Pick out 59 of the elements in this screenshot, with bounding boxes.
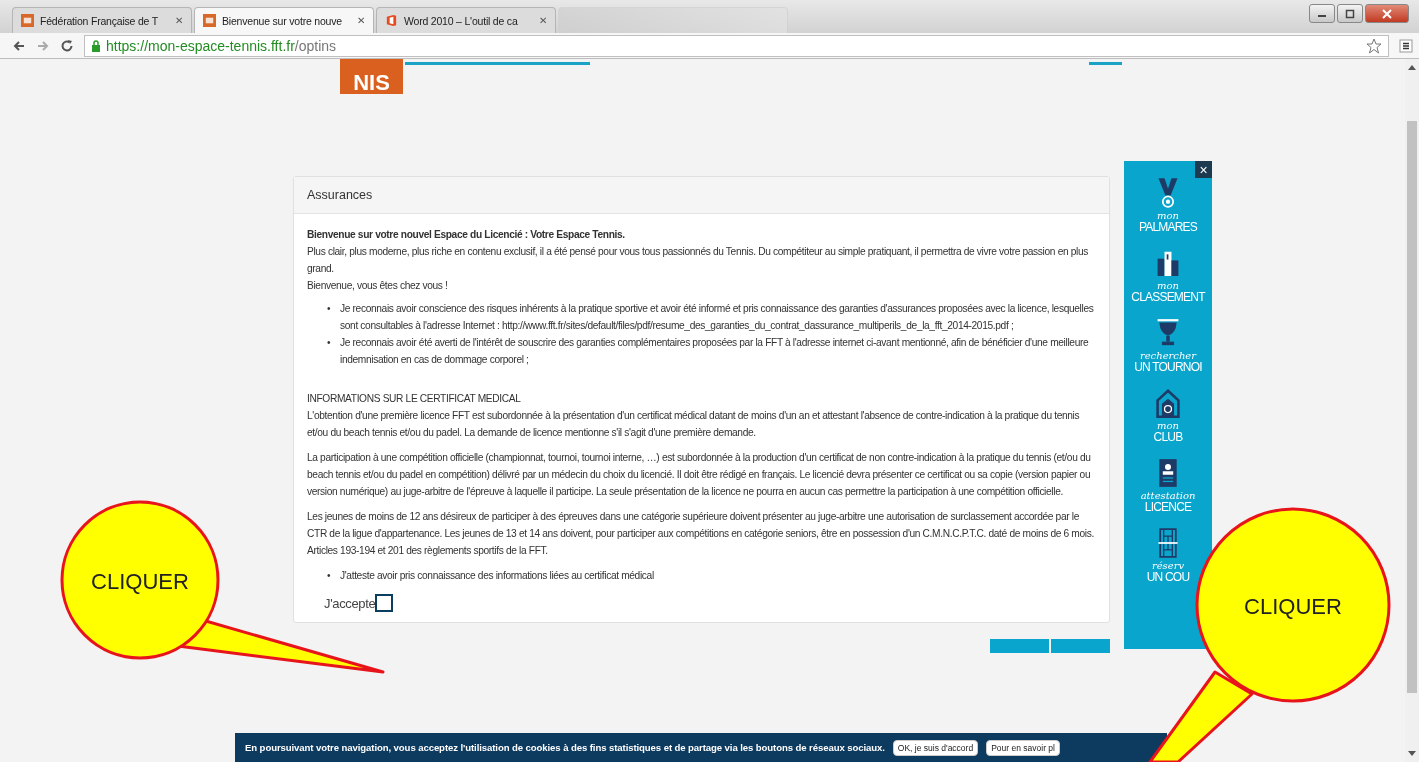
office-favicon-icon [385, 14, 398, 27]
browser-tab[interactable]: Bienvenue sur votre nouve ✕ [194, 7, 374, 33]
close-button[interactable]: × [1195, 161, 1212, 178]
intro-heading: Bienvenue sur votre nouvel Espace du Licencié : Votre Espace Tennis. [307, 228, 626, 242]
lock-icon [91, 39, 101, 52]
menu-caption[interactable]: UN TOURNOI [1134, 361, 1202, 374]
tennis-court-icon[interactable] [1155, 528, 1181, 558]
browser-tab[interactable]: Word 2010 – L'outil de ca ✕ [376, 7, 556, 33]
bullet-text: J'atteste avoir pris connaissance des informations liées au certificat médical [340, 569, 654, 583]
menu-icon[interactable] [1399, 38, 1413, 53]
callout-text: CLIQUER [1244, 594, 1342, 620]
intro-text: Plus clair, plus moderne, plus riche en contenu exclusif, il a été pensé pour vous tous passionnés du Tennis. Du compétiteur au simple pratiquant, il permettra de vivre votre passion en plus grand. [307, 245, 1090, 276]
star-icon[interactable] [1366, 37, 1382, 54]
close-tab-icon[interactable]: ✕ [539, 15, 547, 26]
cookie-notice-text: En poursuivant votre navigation, vous acceptez l'utilisation de cookies à des fins statistiques et de partage via les boutons de réseaux sociaux. [245, 742, 885, 753]
section-heading: INFORMATIONS SUR LE CERTIFICAT MEDICAL [307, 392, 522, 406]
site-favicon-icon [21, 14, 34, 27]
bullet-marker: • [327, 336, 332, 350]
bullet-marker: • [327, 569, 332, 583]
menu-script-label[interactable]: mon [1157, 421, 1179, 431]
bullet-text: Je reconnais avoir été averti de l'intérêt de souscrire des garanties complémentaires proposées par la FFT à l'adresse internet ci-avant mentionné, afin de bénéficier d'une meilleure indemnisation en cas de dommage corporel ; [340, 336, 1090, 367]
menu-script-label[interactable]: mon [1157, 211, 1179, 221]
scroll-down-arrow-icon[interactable] [1408, 751, 1416, 757]
bullet-marker: • [327, 302, 332, 316]
menu-caption[interactable]: UN COU [1146, 571, 1190, 584]
cookie-button[interactable]: Pour en savoir pl [986, 739, 1060, 756]
back-arrow-icon[interactable] [12, 38, 26, 53]
menu-caption[interactable]: CLASSEMENT [1131, 291, 1205, 304]
close-icon[interactable] [1365, 4, 1409, 23]
browser-tab[interactable]: Fédération Française de T ✕ [12, 7, 192, 33]
accept-checkbox[interactable] [375, 594, 394, 612]
site-logo[interactable]: NIS [340, 59, 403, 94]
close-tab-icon[interactable]: ✕ [175, 15, 183, 26]
address-bar[interactable]: https://mon-espace-tennis.fft.fr/optins [84, 34, 1389, 57]
bullet-text: Je reconnais avoir conscience des risques inhérents à la pratique sportive et avoir été informé et pris connaissance des garanties d'assurances proposées avec la licence, lesquelles sont consultables à l'adresse Internet : http://www.fft.fr/sites/default/files/pdf/resume_des_garanties_du_contrat_dassurance_multiperils_de_la_fft_2014-2015.pdf ; [340, 302, 1095, 333]
house-icon[interactable] [1155, 388, 1181, 418]
menu-caption[interactable]: PALMARES [1138, 221, 1198, 234]
menu-script-label[interactable]: réserv [1151, 561, 1185, 571]
scrollbar-thumb[interactable] [1407, 121, 1417, 693]
menu-caption[interactable]: LICENCE [1144, 501, 1192, 514]
accept-label: J'accepte [324, 594, 376, 612]
menu-script-label[interactable]: mon [1157, 281, 1179, 291]
close-tab-icon[interactable]: ✕ [357, 15, 365, 26]
menu-script-label[interactable]: attestation [1140, 491, 1196, 501]
site-favicon-icon [203, 14, 216, 27]
menu-caption[interactable]: CLUB [1153, 431, 1183, 444]
paragraph: Les jeunes de moins de 12 ans désireux de participer à des épreuves dans une catégorie supérieure doivent présenter au juge-arbitre une autorisation de surclassement accordée par le CTR de la ligue d'appartenance. Les jeunes de 13 et 14 ans doivent, pour participer aux compétitions en catégorie seniors, être en possession d'un C.M.N.C.P.T.C. daté de moins de 6 mois. Articles 193-194 et 201 des règlements sportifs de la FFT. [307, 510, 1095, 558]
reload-icon[interactable] [60, 38, 74, 53]
intro-text: Bienvenue, vous êtes chez vous ! [307, 279, 449, 293]
scroll-up-arrow-icon[interactable] [1408, 64, 1416, 70]
paragraph: La participation à une compétition officielle (championnat, tournoi, tournoi interne, …) est subordonnée à la production d'un certificat de non contre-indication à la pratique du tennis (et/ou du beach tennis et/ou du padel en compétition) délivré par un médecin du choix du licencié. Il doit être rédigé en français. Le licencié devra présenter ce certificat ou sa copie (version papier ou version numérique) au juge-arbitre de l'épreuve à laquelle il participe. La seule présentation de la licence ne pourra en aucun cas permettre la participation à une compétition officielle. [307, 451, 1092, 499]
trophy-icon[interactable] [1155, 318, 1181, 348]
menu-script-label[interactable]: rechercher [1139, 351, 1197, 361]
minimize-icon[interactable] [1309, 4, 1335, 23]
callout-text: CLIQUER [91, 569, 189, 595]
maximize-icon[interactable] [1337, 4, 1363, 23]
cookie-button[interactable]: OK, je suis d'accord [892, 739, 979, 756]
card-title: Assurances [294, 177, 1109, 214]
paragraph: L'obtention d'une première licence FFT est subordonnée à la présentation d'un certificat médical datant de moins d'un an et attestant l'absence de contre-indication à la pratique du tennis et/ou du beach tennis et/ou du padel. La demande de licence mentionne s'il s'agit d'une première demande. [307, 409, 1081, 440]
